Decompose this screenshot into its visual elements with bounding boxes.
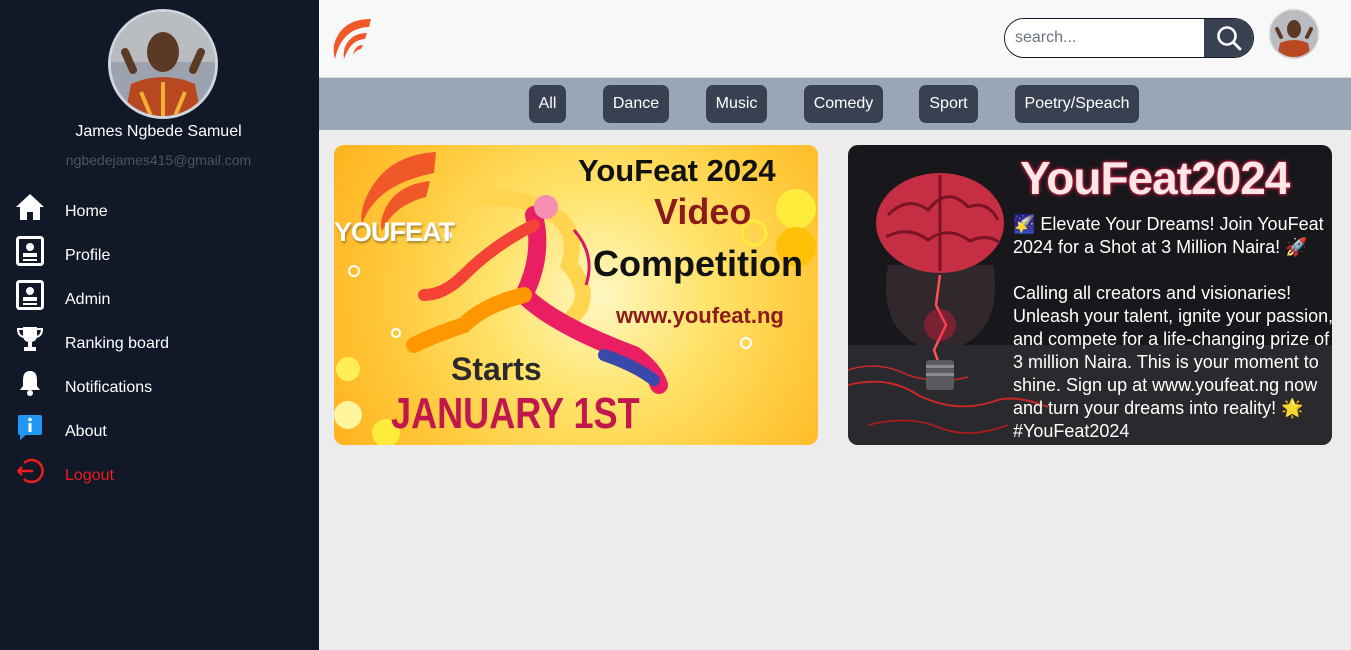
nav-profile-label: Profile [65, 247, 111, 264]
search-icon [1216, 26, 1241, 51]
profile-card-icon [14, 235, 46, 267]
category-dance[interactable]: Dance [603, 85, 669, 123]
admin-card-icon [14, 279, 46, 311]
home-icon [14, 191, 46, 223]
category-comedy[interactable]: Comedy [804, 85, 883, 123]
nav-about[interactable]: About [0, 411, 319, 451]
search-box [1004, 18, 1254, 58]
logout-icon [14, 455, 46, 487]
nav-about-label: About [65, 423, 107, 440]
announcement-text: 🌠 Elevate Your Dreams! Join YouFeat 2024… [1013, 214, 1332, 441]
nav-notifications-label: Notifications [65, 379, 153, 396]
search-button[interactable] [1204, 19, 1253, 57]
nav-admin-label: Admin [65, 291, 111, 308]
user-email: ngbedejames415@gmail.com [65, 152, 252, 168]
category-all[interactable]: All [529, 85, 566, 123]
flyer-date: JANUARY 1ST [391, 389, 640, 438]
trophy-icon [14, 323, 46, 355]
post-card-competition-flyer[interactable]: YOUFEAT YouFeat 2024 Video Competition w… [334, 145, 818, 445]
category-poetry-speach[interactable]: Poetry/Speach [1015, 85, 1139, 123]
nav-ranking-label: Ranking board [65, 335, 170, 352]
flyer-title: YouFeat 2024 [578, 153, 776, 188]
user-avatar[interactable] [1269, 9, 1319, 59]
flyer-video: Video [654, 191, 752, 232]
sidebar: James Ngbede Samuel ngbedejames415@gmail… [0, 0, 319, 650]
nav-ranking-board[interactable]: Ranking board [0, 323, 319, 363]
profile-avatar[interactable] [108, 9, 218, 119]
nav-home[interactable]: Home [0, 191, 319, 231]
nav-admin[interactable]: Admin [0, 279, 319, 319]
user-name: James Ngbede Samuel [75, 123, 242, 140]
flyer-brand: YOUFEAT [334, 217, 455, 247]
flyer-url: www.youfeat.ng [616, 303, 784, 328]
nav-profile[interactable]: Profile [0, 235, 319, 275]
announcement-title: YouFeat2024 [1020, 152, 1290, 204]
nav-notifications[interactable]: Notifications [0, 367, 319, 407]
flyer-starts: Starts [451, 351, 542, 387]
category-sport[interactable]: Sport [919, 85, 978, 123]
top-header [319, 0, 1351, 78]
post-card-announcement[interactable]: YouFeat2024 🌠 Elevate Your Dreams! Join … [848, 145, 1332, 445]
flyer-competition: Competition [593, 243, 803, 284]
search-input[interactable] [1005, 19, 1204, 57]
nav-home-label: Home [65, 203, 108, 220]
info-icon [14, 411, 46, 443]
youfeat-logo[interactable] [331, 17, 373, 61]
category-music[interactable]: Music [706, 85, 767, 123]
nav-logout-label: Logout [65, 467, 114, 484]
nav-logout[interactable]: Logout [0, 455, 319, 495]
bell-icon [14, 367, 46, 399]
category-bar: All Dance Music Comedy Sport Poetry/Spea… [319, 78, 1351, 130]
